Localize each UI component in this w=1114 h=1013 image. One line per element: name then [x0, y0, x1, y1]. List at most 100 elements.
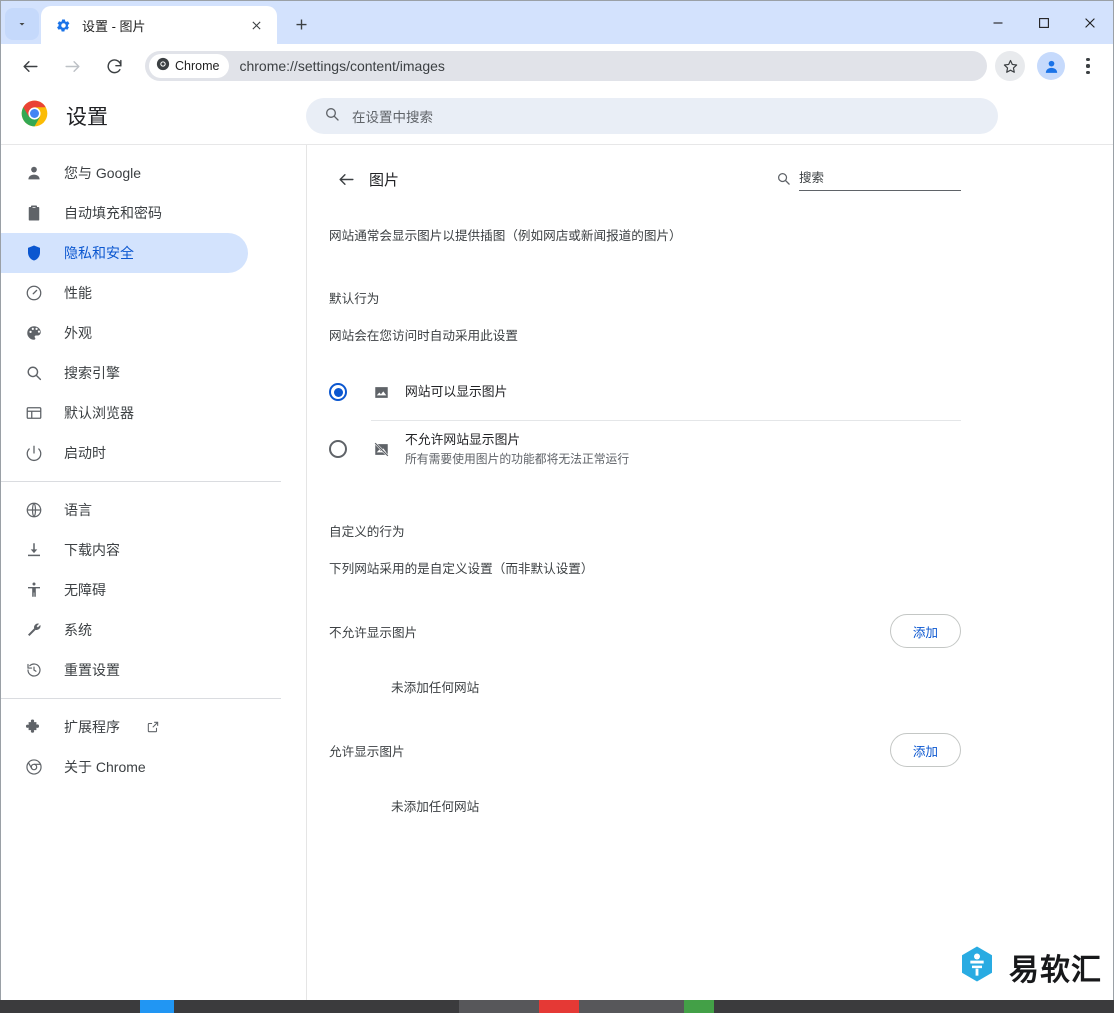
sidebar-item-label: 性能 [64, 285, 92, 301]
page-title: 图片 [369, 171, 400, 189]
settings-body: 您与 Google 自动填充和密码 隐私和安全 性能 外观 搜索引擎 默认浏览器… [1, 144, 1113, 1013]
window-controls [975, 1, 1113, 44]
reload-icon[interactable] [99, 51, 129, 81]
close-window-button[interactable] [1067, 1, 1113, 44]
omnibox-chip-label: Chrome [175, 59, 220, 73]
search-icon [324, 106, 340, 127]
download-icon [24, 540, 44, 560]
allow-list-empty-text: 未添加任何网站 [391, 800, 480, 814]
sidebar-item-reset-settings[interactable]: 重置设置 [1, 650, 248, 690]
close-icon[interactable] [245, 14, 267, 36]
accessibility-icon [24, 580, 44, 600]
add-allowed-site-button[interactable]: 添加 [889, 733, 961, 767]
block-list-label: 不允许显示图片 [329, 625, 418, 640]
palette-icon [24, 323, 44, 343]
custom-behavior-heading: 自定义的行为 [329, 525, 405, 539]
chrome-icon [24, 757, 44, 777]
block-list-header: 不允许显示图片 添加 [329, 613, 961, 649]
minimize-button[interactable] [975, 1, 1021, 44]
sidebar-item-label: 启动时 [64, 445, 106, 461]
image-blocked-icon [371, 439, 391, 459]
clipboard-icon [24, 203, 44, 223]
sidebar-item-accessibility[interactable]: 无障碍 [1, 570, 248, 610]
page-header: 图片 搜索 [329, 151, 961, 207]
radio-description: 所有需要使用图片的功能都将无法正常运行 [405, 451, 630, 466]
three-dot-menu-icon[interactable] [1075, 51, 1101, 81]
sidebar-item-performance[interactable]: 性能 [1, 273, 248, 313]
settings-sidebar: 您与 Google 自动填充和密码 隐私和安全 性能 外观 搜索引擎 默认浏览器… [1, 145, 306, 1013]
sidebar-item-label: 无障碍 [64, 582, 106, 598]
address-bar-url: chrome://settings/content/images [239, 58, 445, 74]
sidebar-item-privacy-security[interactable]: 隐私和安全 [1, 233, 248, 273]
sidebar-item-appearance[interactable]: 外观 [1, 313, 248, 353]
sidebar-item-on-startup[interactable]: 启动时 [1, 433, 248, 473]
settings-title: 设置 [66, 106, 108, 129]
radio-allow-images[interactable]: 网站可以显示图片 [329, 364, 961, 420]
sidebar-item-label: 您与 Google [64, 165, 142, 181]
sidebar-item-label: 下载内容 [64, 542, 120, 558]
tab-search-chevron-down-icon[interactable] [5, 8, 39, 40]
default-behavior-heading: 默认行为 [329, 292, 380, 306]
person-icon [24, 163, 44, 183]
sidebar-item-extensions[interactable]: 扩展程序 [1, 707, 248, 747]
browser-toolbar: Chrome chrome://settings/content/images [1, 44, 1113, 88]
wrench-icon [24, 620, 44, 640]
forward-navigation-icon[interactable] [57, 51, 87, 81]
sidebar-item-default-browser[interactable]: 默认浏览器 [1, 393, 248, 433]
watermark: 易软汇 [957, 944, 1102, 989]
maximize-button[interactable] [1021, 1, 1067, 44]
sidebar-item-about-chrome[interactable]: 关于 Chrome [1, 747, 248, 787]
sidebar-item-downloads[interactable]: 下载内容 [1, 530, 248, 570]
sidebar-item-you-and-google[interactable]: 您与 Google [1, 153, 248, 193]
sidebar-item-autofill-passwords[interactable]: 自动填充和密码 [1, 193, 248, 233]
sidebar-item-languages[interactable]: 语言 [1, 490, 248, 530]
sidebar-item-label: 外观 [64, 325, 92, 341]
image-icon [371, 382, 391, 402]
add-blocked-site-button[interactable]: 添加 [889, 614, 961, 648]
radio-label: 不允许网站显示图片 [405, 431, 521, 447]
puzzle-icon [24, 717, 44, 737]
browser-window: 设置 - 图片 Chrome chrome://settings/content… [0, 0, 1114, 1013]
inline-search[interactable]: 搜索 [776, 167, 961, 191]
radio-label: 网站可以显示图片 [405, 384, 508, 400]
allow-list-label: 允许显示图片 [329, 744, 405, 759]
sidebar-item-label: 语言 [64, 502, 92, 518]
chrome-logo-icon [21, 100, 48, 132]
page-intro-text: 网站通常会显示图片以提供插图（例如网店或新闻报道的图片） [329, 229, 682, 243]
power-icon [24, 443, 44, 463]
gauge-icon [24, 283, 44, 303]
avatar-icon[interactable] [1037, 52, 1065, 80]
radio-button-selected[interactable] [329, 383, 347, 401]
back-button[interactable] [329, 162, 363, 196]
watermark-text: 易软汇 [1009, 952, 1102, 988]
inline-search-value: 搜索 [799, 171, 825, 185]
radio-block-images[interactable]: 不允许网站显示图片 所有需要使用图片的功能都将无法正常运行 [329, 421, 961, 477]
os-taskbar [0, 1000, 1114, 1013]
sidebar-item-system[interactable]: 系统 [1, 610, 248, 650]
settings-brand: 设置 [1, 100, 306, 132]
sidebar-divider [1, 481, 281, 482]
address-bar[interactable]: Chrome chrome://settings/content/images [145, 51, 987, 81]
history-restore-icon [24, 660, 44, 680]
settings-search-input[interactable]: 在设置中搜索 [306, 98, 998, 134]
back-navigation-icon[interactable] [15, 51, 45, 81]
gear-icon [55, 17, 72, 34]
omnibox-chrome-chip[interactable]: Chrome [149, 54, 230, 78]
settings-search-placeholder: 在设置中搜索 [352, 110, 433, 125]
external-link-icon[interactable] [146, 720, 160, 734]
browser-window-icon [24, 403, 44, 423]
star-icon[interactable] [995, 51, 1025, 81]
allow-list-header: 允许显示图片 添加 [329, 732, 961, 768]
default-behavior-subheading: 网站会在您访问时自动采用此设置 [329, 329, 518, 343]
chrome-icon [156, 57, 170, 76]
tab-strip: 设置 - 图片 [1, 1, 1113, 44]
settings-main-content: 图片 搜索 网站通常会显示图片以提供插图（例如网店或新闻报道的图片） 默认行为 [306, 145, 1113, 1013]
browser-tab[interactable]: 设置 - 图片 [41, 6, 277, 44]
new-tab-plus-icon[interactable] [285, 8, 317, 40]
sidebar-item-search-engine[interactable]: 搜索引擎 [1, 353, 248, 393]
sidebar-divider [1, 698, 281, 699]
tab-title: 设置 - 图片 [82, 18, 146, 34]
radio-button-unselected[interactable] [329, 440, 347, 458]
sidebar-item-label: 扩展程序 [64, 719, 120, 735]
inline-search-input[interactable]: 搜索 [799, 167, 961, 191]
